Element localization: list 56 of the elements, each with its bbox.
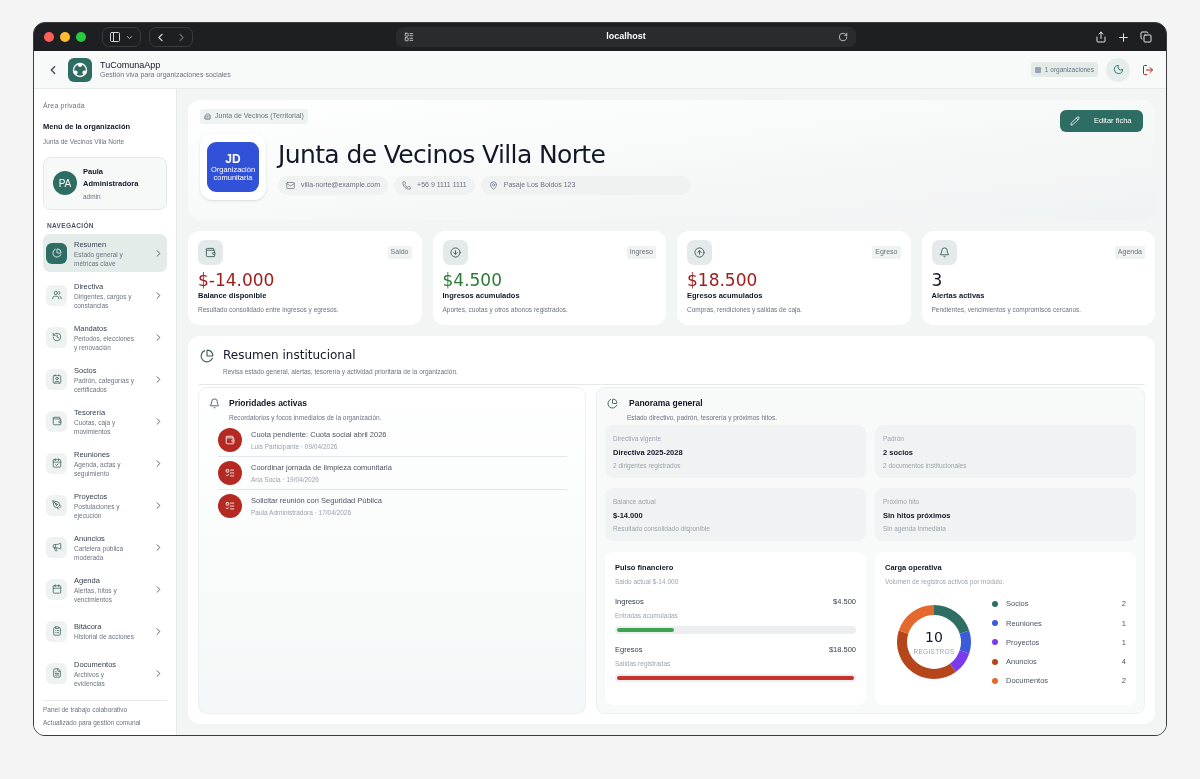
stat-value: $4.500 xyxy=(442,270,503,290)
priorities-title: Prioridades activas xyxy=(229,396,307,410)
tabs-icon[interactable] xyxy=(1140,31,1152,43)
clipboard-icon xyxy=(51,626,62,636)
arrow-up-circle-icon xyxy=(694,247,705,258)
calendar-check-icon xyxy=(51,458,62,468)
moon-icon xyxy=(1112,64,1124,75)
share-icon[interactable] xyxy=(1095,31,1107,43)
stat-value: $18.500 xyxy=(687,270,759,290)
list-icon xyxy=(225,501,235,512)
total-count: 10 xyxy=(925,630,943,644)
logout-icon[interactable] xyxy=(1142,63,1154,76)
stat-value: 3 xyxy=(931,270,944,290)
app-name: TuComunaApp xyxy=(100,59,162,71)
history-icon xyxy=(51,332,62,342)
theme-toggle-button[interactable] xyxy=(1106,57,1130,82)
maximize-window-icon[interactable] xyxy=(76,32,86,42)
close-window-icon[interactable] xyxy=(44,32,54,42)
reload-icon[interactable] xyxy=(838,32,848,42)
pie-chart-icon xyxy=(51,248,62,258)
bell-icon xyxy=(209,397,220,409)
list-icon xyxy=(225,468,235,479)
building-icon xyxy=(204,112,211,120)
map-pin-icon xyxy=(488,180,498,190)
minimize-window-icon[interactable] xyxy=(60,32,70,42)
pie-chart-icon xyxy=(200,349,214,363)
contact-card-icon xyxy=(51,374,62,384)
user-avatar: PA xyxy=(53,171,77,196)
organization-title: Junta de Vecinos Villa Norte xyxy=(278,139,607,170)
square-icon xyxy=(1034,66,1041,73)
summary-title: Resumen institucional xyxy=(223,347,357,364)
wallet-icon xyxy=(205,247,216,258)
sidebar-toggle-button[interactable] xyxy=(102,27,141,47)
people-icon xyxy=(51,290,62,300)
wallet-icon xyxy=(51,416,62,426)
document-icon xyxy=(51,668,62,678)
pie-chart-icon xyxy=(607,397,618,409)
address-bar[interactable]: localhost xyxy=(396,27,856,47)
app-logo xyxy=(68,57,92,82)
page-icon xyxy=(404,32,414,42)
megaphone-icon xyxy=(51,542,62,552)
mail-icon xyxy=(286,180,295,190)
url-text: localhost xyxy=(605,30,647,44)
pencil-icon xyxy=(1070,116,1080,126)
phone-icon xyxy=(402,180,412,190)
sidebar-icon xyxy=(109,31,121,43)
logo-initials: JD xyxy=(225,152,241,165)
calendar-icon xyxy=(51,584,62,594)
arrow-down-circle-icon xyxy=(449,247,461,258)
stat-value: $-14.000 xyxy=(198,270,276,290)
overview-title: Panorama general xyxy=(629,396,703,410)
chevron-right-icon xyxy=(153,247,164,259)
new-tab-icon[interactable] xyxy=(1117,30,1130,44)
bell-icon xyxy=(938,247,950,258)
wallet-icon xyxy=(225,435,235,446)
pen-tool-icon xyxy=(51,500,62,510)
